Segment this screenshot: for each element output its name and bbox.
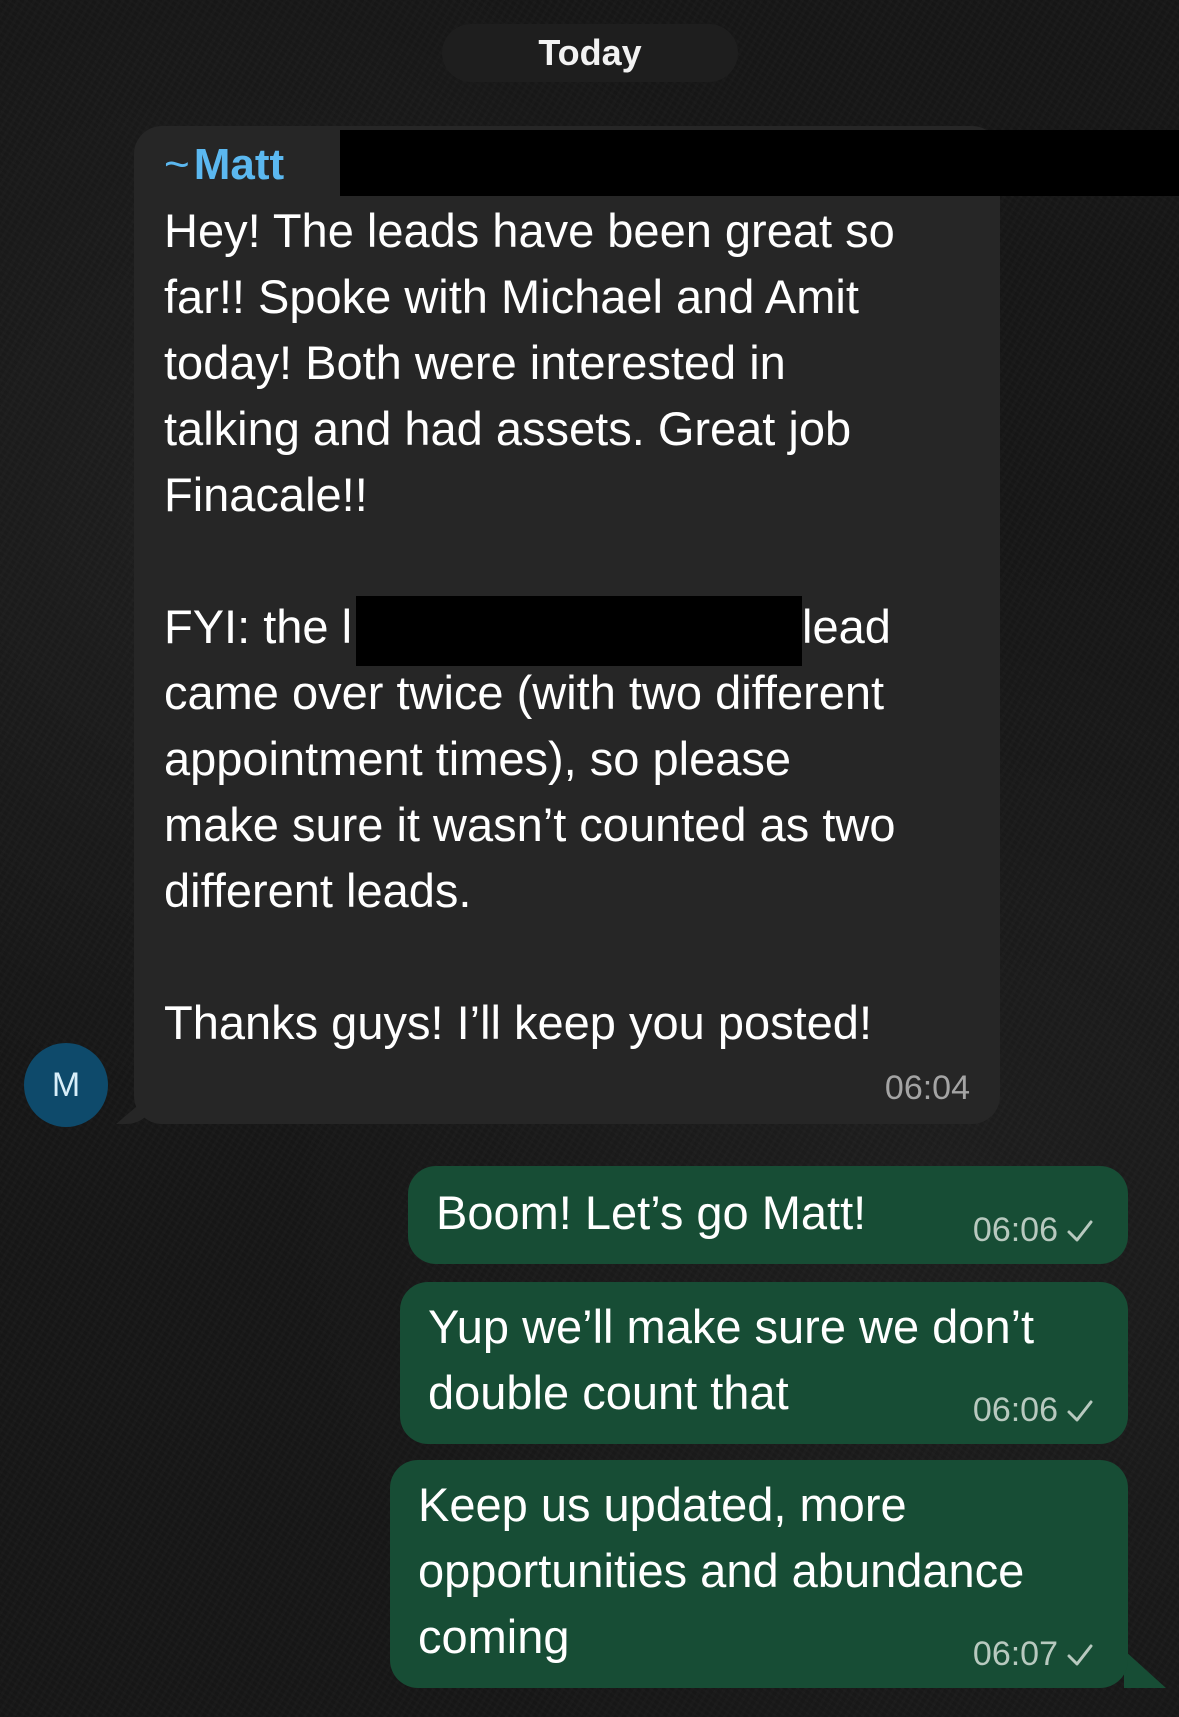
chat-view: Today ~Matt Hey! The leads have been gre… (0, 0, 1179, 1717)
message-line: talking and had assets. Great job (164, 402, 852, 455)
outgoing-bubble-tail (1124, 1650, 1166, 1688)
message-meta: 06:06 (973, 1391, 1094, 1430)
sender-name-text: Matt (193, 140, 285, 189)
message-line: Thanks guys! I’ll keep you posted! (164, 996, 873, 1049)
sent-check-icon (1067, 1644, 1093, 1665)
message-line: Finacale!! (164, 468, 368, 521)
message-line: Hey! The leads have been great so (164, 204, 895, 257)
message-line: different leads. (164, 864, 472, 917)
message-line: Yup we’ll make sure we don’t (428, 1300, 1035, 1353)
message-line: Boom! Let’s go Matt! (436, 1186, 867, 1239)
message-line: appointment times), so please (164, 732, 791, 785)
message-line: coming (418, 1610, 570, 1663)
message-timestamp: 06:07 (972, 1635, 1058, 1673)
message-line: make sure it wasn’t counted as two (164, 798, 896, 851)
sender-name[interactable]: ~Matt (164, 140, 284, 190)
avatar[interactable]: M (24, 1043, 108, 1127)
message-meta: 06:06 (973, 1211, 1094, 1250)
message-line: Keep us updated, more (418, 1478, 907, 1531)
outgoing-message-bubble[interactable]: Yup we’ll make sure we don’t double coun… (400, 1282, 1128, 1444)
outgoing-message-bubble[interactable]: Keep us updated, more opportunities and … (390, 1460, 1128, 1688)
redaction-bar (340, 130, 1179, 196)
message-line: double count that (428, 1366, 789, 1419)
sent-check-icon (1067, 1400, 1093, 1421)
redaction-bar (356, 596, 802, 666)
outgoing-message-bubble[interactable]: Boom! Let’s go Matt! 06:06 (408, 1166, 1128, 1264)
message-line: far!! Spoke with Michael and Amit (164, 270, 859, 323)
message-timestamp: 06:06 (972, 1391, 1058, 1429)
message-timestamp: 06:04 (884, 1069, 970, 1107)
message-timestamp: 06:06 (972, 1211, 1058, 1249)
sent-check-icon (1067, 1220, 1093, 1241)
message-line: today! Both were interested in (164, 336, 786, 389)
date-divider: Today (442, 24, 738, 82)
message-line: lead (802, 600, 891, 653)
sender-prefix: ~ (164, 140, 190, 189)
message-line: FYI: the l (164, 600, 353, 653)
message-line: opportunities and abundance (418, 1544, 1025, 1597)
date-divider-label: Today (538, 32, 642, 73)
message-meta: 06:07 (973, 1635, 1094, 1674)
message-line: came over twice (with two different (164, 666, 885, 719)
avatar-initial: M (51, 1065, 81, 1104)
